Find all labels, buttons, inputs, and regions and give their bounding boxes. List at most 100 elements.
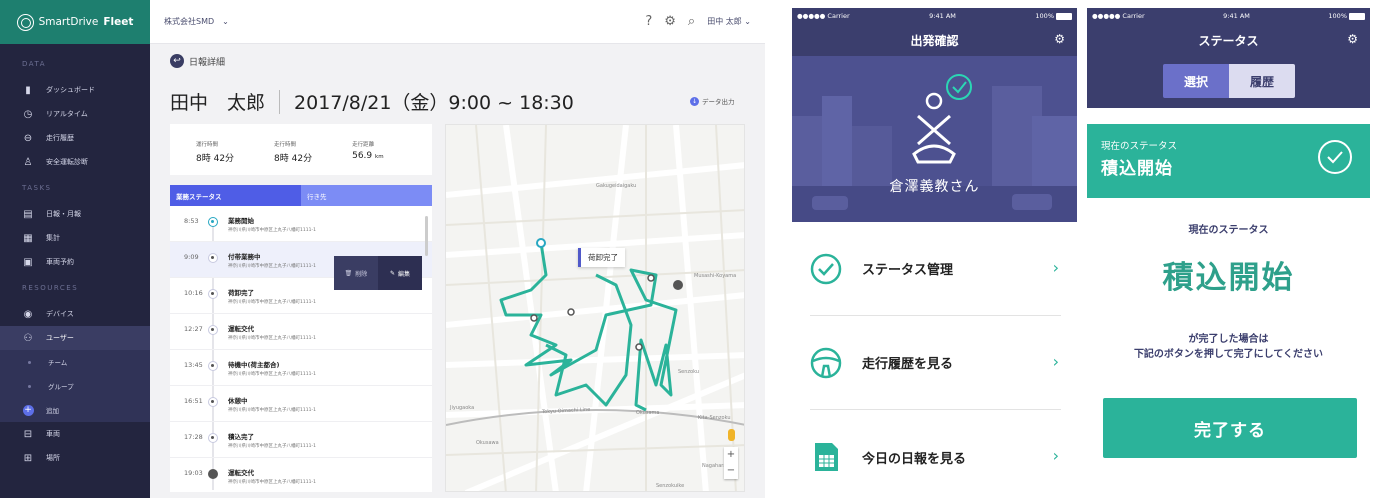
sidebar-item-vehicles[interactable]: ⊟ 車両	[0, 422, 150, 446]
city-background	[792, 74, 1077, 222]
map-canvas	[446, 125, 744, 491]
end-marker-icon	[208, 469, 218, 479]
sidebar-item-add[interactable]: + 追加	[0, 398, 150, 422]
brand-logo-icon	[16, 13, 34, 31]
gear-icon[interactable]: ⚙	[1347, 32, 1358, 46]
tab-history[interactable]: 履歴	[1229, 64, 1295, 98]
menu-list: ステータス管理 › 走行履歴を見る › 今日の日報を見る ›	[792, 222, 1077, 498]
brand[interactable]: SmartDrive Fleet	[0, 0, 150, 44]
zoom-out-icon[interactable]: −	[724, 463, 738, 479]
brand-bold: Fleet	[103, 16, 134, 28]
back-arrow-icon[interactable]: ↩	[170, 54, 184, 68]
tab-status[interactable]: 業務ステータス	[170, 185, 301, 206]
sidebar-item-teams[interactable]: チーム	[0, 350, 150, 374]
sidebar-item-realtime[interactable]: ◷ リアルタイム	[0, 102, 150, 126]
current-status-label: 現在のステータス	[1188, 225, 1269, 236]
tab-destination[interactable]: 行き先	[301, 185, 432, 206]
event-address: 神奈川県川崎市中原区上丸子八幡町1111-1	[228, 336, 316, 341]
gear-icon[interactable]: ⚙	[1054, 32, 1065, 46]
sidebar-item-history[interactable]: ⊖ 走行履歴	[0, 126, 150, 150]
edit-label: 編集	[398, 270, 411, 278]
status-bar: ●●●●● Carrier 9:41 AM 100%	[792, 8, 1077, 24]
event-address: 神奈川県川崎市中原区上丸子八幡町1111-1	[228, 372, 316, 377]
event-time: 8:53	[184, 217, 199, 225]
complete-button[interactable]: 完了する	[1103, 398, 1357, 458]
route-stop-marker	[635, 343, 643, 351]
company-name: 株式会社SMD	[164, 17, 215, 26]
sidebar-item-places[interactable]: ⊞ 場所	[0, 446, 150, 470]
zoom-control[interactable]: + −	[724, 447, 738, 479]
sidebar-item-label: 追加	[46, 407, 59, 415]
sidebar-item-summary[interactable]: ▦ 集計	[0, 226, 150, 250]
check-circle-icon	[810, 253, 842, 285]
banner-status: 積込開始	[1101, 159, 1173, 179]
sidebar-item-label: デバイス	[46, 310, 74, 318]
map-label: Gakugeidaigaku	[596, 183, 637, 189]
search-icon[interactable]: ⌕	[688, 14, 695, 29]
status-header: ●●●●● Carrier 9:41 AM 100% ステータス ⚙ 選択 履歴	[1087, 8, 1370, 108]
menu-item-status[interactable]: ステータス管理 ›	[810, 222, 1061, 316]
sidebar-item-dashboard[interactable]: ▮ ダッシュボード	[0, 78, 150, 102]
route-end-marker	[673, 280, 683, 290]
distance-unit: km	[375, 154, 384, 160]
battery-level: 100%	[1328, 12, 1365, 20]
bullet-icon	[28, 360, 31, 364]
sidebar-item-label: 安全運転診断	[46, 158, 88, 166]
sidebar-item-users[interactable]: ⚇ ユーザー	[0, 326, 150, 350]
sidebar-item-groups[interactable]: グループ	[0, 374, 150, 398]
timeline-row[interactable]: 8:53 業務開始 神奈川県川崎市中原区上丸子八幡町1111-1	[170, 206, 432, 242]
event-address: 神奈川県川崎市中原区上丸子八幡町1111-1	[228, 480, 316, 485]
sidebar-item-safety[interactable]: ♙ 安全運転診断	[0, 150, 150, 174]
event-name: 休憩中	[228, 397, 248, 405]
help-icon[interactable]: ?	[645, 14, 652, 29]
edit-button[interactable]: ✎ 編集	[378, 256, 422, 290]
map-label: Nagahara	[702, 463, 727, 469]
export-label: データ出力	[702, 98, 735, 106]
route-stop-marker	[567, 308, 575, 316]
breadcrumb: ↩ 日報詳細	[170, 54, 225, 68]
company-selector[interactable]: 株式会社SMD ⌄	[164, 16, 229, 27]
carrier: ●●●●● Carrier	[1092, 12, 1145, 20]
timeline-row[interactable]: 17:28 積込完了 神奈川県川崎市中原区上丸子八幡町1111-1	[170, 422, 432, 458]
user-menu[interactable]: 田中 太郎 ⌄	[707, 16, 751, 27]
timeline-row[interactable]: 16:51 休憩中 神奈川県川崎市中原区上丸子八幡町1111-1	[170, 386, 432, 422]
chevron-right-icon: ›	[1052, 258, 1059, 277]
section-data: DATA	[22, 60, 47, 68]
tab-select[interactable]: 選択	[1163, 64, 1229, 98]
steering-wheel-icon: ⊖	[23, 132, 33, 144]
status-timeline: 8:53 業務開始 神奈川県川崎市中原区上丸子八幡町1111-1 9:09 付帯業務中…	[170, 206, 432, 492]
sidebar-item-reports[interactable]: ▤ 日報・月報	[0, 202, 150, 226]
bar-chart-icon: ▮	[25, 84, 31, 96]
pegman-icon[interactable]	[728, 429, 735, 441]
timeline-scrollbar[interactable]	[425, 216, 428, 256]
menu-item-history[interactable]: 走行履歴を見る ›	[810, 316, 1061, 410]
timeline-row[interactable]: 13:45 待機中(荷主都合) 神奈川県川崎市中原区上丸子八幡町1111-1	[170, 350, 432, 386]
calendar-icon: ▣	[23, 256, 33, 268]
timeline-row[interactable]: 12:27 運転交代 神奈川県川崎市中原区上丸子八幡町1111-1	[170, 314, 432, 350]
gear-icon[interactable]: ⚙	[664, 14, 676, 29]
sidebar-item-label: 集計	[46, 234, 60, 242]
route-map[interactable]: Gakugeidaigaku Musashi-Koyama Senzoku Ji…	[445, 124, 745, 492]
web-app: SmartDrive Fleet DATA ▮ ダッシュボード ◷ リアルタイム ⊖ 走…	[0, 0, 765, 498]
driver-name: 田中 太郎	[170, 92, 266, 114]
sidebar-item-devices[interactable]: ◉ デバイス	[0, 302, 150, 326]
chevron-down-icon: ⌄	[222, 17, 229, 26]
event-time: 12:27	[184, 325, 203, 333]
pencil-icon: ✎	[389, 269, 395, 277]
menu-item-report[interactable]: 今日の日報を見る ›	[810, 410, 1061, 498]
instruction-line-2: 下記のボタンを押して完了にしてください	[1133, 349, 1324, 360]
map-label: Musashi-Koyama	[694, 273, 737, 279]
sidebar-item-label: 車両予約	[46, 258, 74, 266]
section-tasks: TASKS	[22, 184, 52, 192]
nav-bar: ステータス ⚙	[1087, 24, 1370, 56]
zoom-in-icon[interactable]: +	[724, 447, 738, 463]
sidebar: SmartDrive Fleet DATA ▮ ダッシュボード ◷ リアルタイム ⊖ 走…	[0, 0, 150, 498]
menu-item-label: ステータス管理	[862, 263, 954, 278]
delete-button[interactable]: 🗑 削除	[334, 256, 378, 290]
chevron-right-icon: ›	[1052, 352, 1059, 371]
sidebar-item-label: リアルタイム	[46, 110, 88, 118]
timeline-row[interactable]: 19:03 運転交代 神奈川県川崎市中原区上丸子八幡町1111-1	[170, 458, 432, 492]
map-tooltip: 荷卸完了	[578, 248, 625, 267]
sidebar-item-reservation[interactable]: ▣ 車両予約	[0, 250, 150, 274]
export-button[interactable]: ↓ データ出力	[690, 96, 735, 106]
